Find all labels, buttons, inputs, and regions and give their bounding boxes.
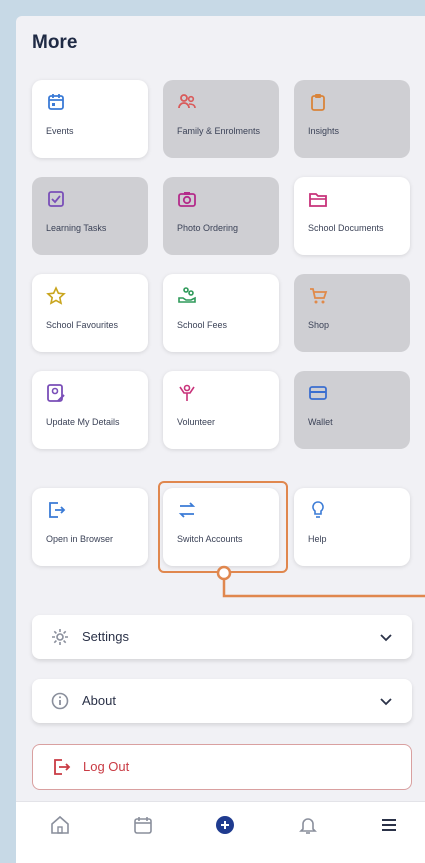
tile-label: School Favourites — [46, 320, 119, 330]
tile-volunteer[interactable]: Volunteer — [163, 371, 279, 449]
edit-profile-icon — [47, 384, 65, 402]
tile-learning-tasks[interactable]: Learning Tasks — [32, 177, 148, 255]
bottom-tab-bar — [16, 801, 425, 863]
bell-icon[interactable] — [297, 814, 319, 836]
cart-icon — [310, 288, 328, 304]
tile-photo-ordering[interactable]: Photo Ordering — [163, 177, 279, 255]
tile-label: Help — [308, 534, 327, 544]
lightbulb-icon — [312, 501, 324, 518]
tile-family-enrolments[interactable]: Family & Enrolments — [163, 80, 279, 158]
logout-button[interactable]: Log Out — [32, 744, 412, 790]
tile-label: Update My Details — [46, 417, 120, 427]
calendar-icon — [48, 94, 64, 110]
page-title: More — [32, 32, 78, 53]
money-hand-icon — [178, 287, 196, 303]
menu-icon[interactable] — [378, 814, 400, 836]
tile-help[interactable]: Help — [294, 488, 410, 566]
checkbox-icon — [48, 191, 64, 207]
open-external-icon — [49, 502, 66, 518]
settings-label: Settings — [82, 629, 129, 644]
chevron-down-icon — [380, 698, 392, 706]
tile-label: Events — [46, 126, 74, 136]
about-label: About — [82, 693, 116, 708]
tile-label: Wallet — [308, 417, 333, 427]
plus-circle-icon[interactable] — [214, 814, 236, 836]
star-icon — [46, 286, 66, 305]
tile-label: School Fees — [177, 320, 228, 330]
tile-open-in-browser[interactable]: Open in Browser — [32, 488, 148, 566]
logout-icon — [54, 759, 71, 775]
home-icon[interactable] — [49, 814, 71, 836]
tile-label: School Documents — [308, 223, 384, 233]
tile-update-my-details[interactable]: Update My Details — [32, 371, 148, 449]
tile-wallet[interactable]: Wallet — [294, 371, 410, 449]
calendar-icon[interactable] — [132, 814, 154, 836]
info-icon — [51, 692, 69, 710]
tile-label: Open in Browser — [46, 534, 114, 544]
tile-shop[interactable]: Shop — [294, 274, 410, 352]
chevron-down-icon — [380, 634, 392, 642]
switch-accounts-highlight — [158, 481, 288, 573]
more-screen: More Events Family & Enrolments Insights… — [16, 16, 425, 863]
tile-school-fees[interactable]: School Fees — [163, 274, 279, 352]
tile-label: Insights — [308, 126, 340, 136]
volunteer-icon — [179, 384, 195, 401]
tile-school-favourites[interactable]: School Favourites — [32, 274, 148, 352]
users-icon — [178, 94, 196, 109]
settings-row[interactable]: Settings — [32, 615, 412, 659]
folder-icon — [309, 193, 327, 207]
about-row[interactable]: About — [32, 679, 412, 723]
tile-label: Photo Ordering — [177, 223, 239, 233]
tile-label: Learning Tasks — [46, 223, 107, 233]
tile-events[interactable]: Events — [32, 80, 148, 158]
camera-icon — [178, 192, 196, 207]
gear-icon — [52, 629, 68, 645]
tile-school-documents[interactable]: School Documents — [294, 177, 410, 255]
tile-label: Shop — [308, 320, 330, 330]
clipboard-icon — [311, 94, 325, 111]
tile-label: Family & Enrolments — [177, 126, 261, 136]
tile-label: Volunteer — [177, 417, 216, 427]
logout-label: Log Out — [83, 759, 130, 774]
tile-insights[interactable]: Insights — [294, 80, 410, 158]
wallet-icon — [309, 386, 327, 400]
